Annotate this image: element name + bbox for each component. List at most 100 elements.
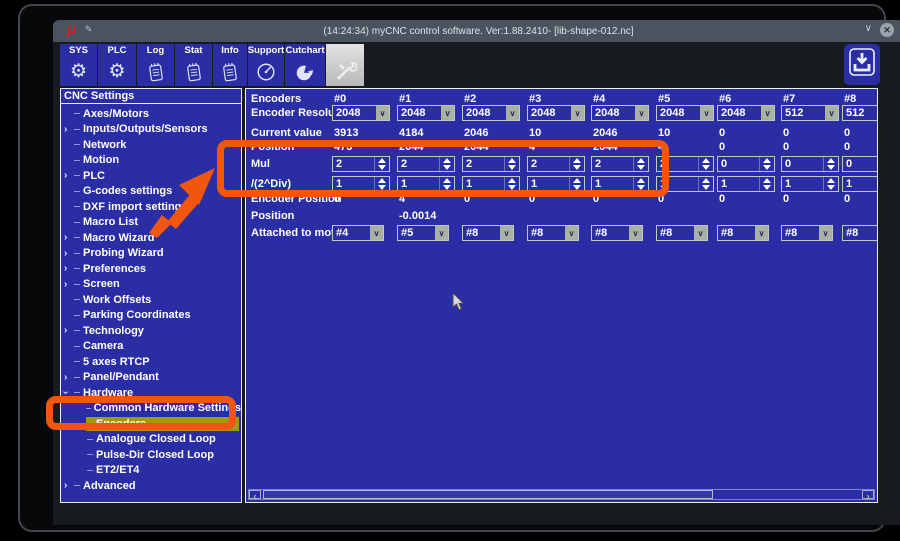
attached-to-motor-dropdown-5[interactable]: #8∨	[656, 225, 708, 241]
expand-arrow-icon[interactable]	[61, 480, 74, 491]
horizontal-scrollbar[interactable]: ‹ ›	[248, 489, 875, 500]
chevron-down-icon[interactable]: ∨	[700, 106, 713, 120]
chevron-down-icon[interactable]: ∨	[629, 226, 642, 240]
sidebar-item-technology[interactable]: Technology	[61, 323, 241, 339]
encoder-resolution-dropdown-4[interactable]: 2048∨	[591, 105, 649, 121]
tree-line	[74, 175, 80, 176]
sidebar-item-advanced[interactable]: Advanced	[61, 478, 241, 494]
spinner-arrows-icon[interactable]	[759, 157, 774, 171]
sidebar-item-5-axes-rtcp[interactable]: 5 axes RTCP	[61, 354, 241, 370]
sidebar-item-network[interactable]: Network	[61, 137, 241, 153]
spinner-arrows-icon[interactable]	[823, 157, 838, 171]
spinner-arrows-icon[interactable]	[698, 177, 713, 191]
chevron-down-icon[interactable]: ∨	[500, 226, 513, 240]
chevron-down-icon[interactable]: ∨	[761, 106, 774, 120]
attached-to-motor-dropdown-6[interactable]: #8∨	[717, 225, 769, 241]
sidebar-item-analogue-closed-loop[interactable]: Analogue Closed Loop	[61, 432, 241, 448]
tab-config[interactable]	[326, 44, 364, 86]
chevron-down-icon[interactable]: ∨	[825, 106, 838, 120]
sidebar-item-et2-et4[interactable]: ET2/ET4	[61, 463, 241, 479]
tab-plc[interactable]: PLC⚙	[98, 44, 136, 86]
chevron-down-icon[interactable]: ∨	[441, 106, 454, 120]
tab-support[interactable]: Support	[248, 44, 284, 86]
encoder-resolution-dropdown-5[interactable]: 2048∨	[656, 105, 714, 121]
sidebar-item-pulse-dir-closed-loop[interactable]: Pulse-Dir Closed Loop	[61, 447, 241, 463]
sidebar-item-axes-motors[interactable]: Axes/Motors	[61, 106, 241, 122]
chevron-down-icon[interactable]: ∨	[694, 226, 707, 240]
expand-arrow-icon[interactable]	[61, 232, 74, 243]
sidebar-item-panel-pendant[interactable]: Panel/Pendant	[61, 370, 241, 386]
gear-icon: ⚙	[108, 57, 125, 86]
expand-arrow-icon[interactable]	[61, 263, 74, 274]
sidebar-item-screen[interactable]: Screen	[61, 277, 241, 293]
tree-line	[74, 377, 80, 378]
spinner-arrows-icon[interactable]	[698, 157, 713, 171]
column-header-7: #7	[783, 93, 795, 105]
scrollbar-thumb[interactable]	[263, 490, 713, 499]
encoder-resolution-dropdown-2[interactable]: 2048∨	[462, 105, 520, 121]
spinner-arrows-icon[interactable]	[759, 177, 774, 191]
save-settings-button[interactable]	[844, 44, 880, 85]
encoder-resolution-dropdown-3[interactable]: 2048∨	[527, 105, 585, 121]
chevron-down-icon[interactable]: ∨	[506, 106, 519, 120]
encoder-resolution-dropdown-8[interactable]: 512∨	[842, 105, 878, 121]
field-value: #8	[463, 226, 500, 240]
field-value: #8	[718, 226, 755, 240]
mul-spinbox-6[interactable]: 0	[717, 156, 775, 172]
attached-to-motor-dropdown-0[interactable]: #4∨	[332, 225, 384, 241]
attached-to-motor-dropdown-8[interactable]: #8∨	[842, 225, 878, 241]
tab-info[interactable]: Info	[213, 44, 247, 86]
scroll-right-arrow[interactable]: ›	[862, 490, 874, 499]
attached-to-motor-dropdown-3[interactable]: #8∨	[527, 225, 579, 241]
spinner-arrows-icon[interactable]	[823, 177, 838, 191]
expand-arrow-icon[interactable]	[61, 325, 74, 336]
sidebar-item-preferences[interactable]: Preferences	[61, 261, 241, 277]
chevron-down-icon[interactable]: ∨	[819, 226, 832, 240]
expand-arrow-icon[interactable]	[61, 170, 74, 181]
div-spinbox-7[interactable]: 1	[781, 176, 839, 192]
tab-cutchart[interactable]: Cutchart	[285, 44, 325, 86]
expand-arrow-icon[interactable]	[61, 248, 74, 259]
chevron-down-icon[interactable]: ∨	[370, 226, 383, 240]
mul-spinbox-8[interactable]: 0	[842, 156, 878, 172]
attached-to-motor-dropdown-1[interactable]: #5∨	[397, 225, 449, 241]
sidebar-item-parking-coordinates[interactable]: Parking Coordinates	[61, 308, 241, 324]
sidebar-item-work-offsets[interactable]: Work Offsets	[61, 292, 241, 308]
tab-label: SYS	[69, 44, 88, 57]
tree-line	[74, 237, 80, 238]
sidebar-item-probing-wizard[interactable]: Probing Wizard	[61, 246, 241, 262]
field-value: 1	[843, 177, 878, 191]
encoder-resolution-dropdown-6[interactable]: 2048∨	[717, 105, 775, 121]
close-icon[interactable]: ✕	[880, 23, 894, 37]
encoder-resolution-dropdown-0[interactable]: 2048∨	[332, 105, 390, 121]
sidebar-item-camera[interactable]: Camera	[61, 339, 241, 355]
chevron-down-icon[interactable]: ∨	[865, 23, 872, 34]
expand-arrow-icon[interactable]	[61, 279, 74, 290]
tab-log[interactable]: Log	[137, 44, 174, 86]
scroll-left-arrow[interactable]: ‹	[249, 490, 261, 499]
sidebar-item-label: ET2/ET4	[96, 464, 139, 476]
chevron-down-icon[interactable]: ∨	[435, 226, 448, 240]
tab-sys[interactable]: SYS⚙	[60, 44, 97, 86]
chevron-down-icon[interactable]: ∨	[376, 106, 389, 120]
attached-to-motor-dropdown-4[interactable]: #8∨	[591, 225, 643, 241]
mul-spinbox-7[interactable]: 0	[781, 156, 839, 172]
sidebar-item-label: Camera	[83, 340, 123, 352]
div-spinbox-8[interactable]: 1	[842, 176, 878, 192]
encoder-resolution-dropdown-7[interactable]: 512∨	[781, 105, 839, 121]
expand-arrow-icon[interactable]	[61, 124, 74, 135]
current-value-value: 0	[844, 127, 850, 139]
encoder-resolution-dropdown-1[interactable]: 2048∨	[397, 105, 455, 121]
field-value: 0	[782, 157, 823, 171]
attached-to-motor-dropdown-7[interactable]: #8∨	[781, 225, 833, 241]
gear-icon: ⚙	[70, 57, 87, 86]
chevron-down-icon[interactable]: ∨	[755, 226, 768, 240]
div-spinbox-6[interactable]: 1	[717, 176, 775, 192]
tab-stat[interactable]: Stat	[175, 44, 212, 86]
chevron-down-icon[interactable]: ∨	[635, 106, 648, 120]
sidebar-item-inputs-outputs-sensors[interactable]: Inputs/Outputs/Sensors	[61, 122, 241, 138]
chevron-down-icon[interactable]: ∨	[565, 226, 578, 240]
chevron-down-icon[interactable]: ∨	[571, 106, 584, 120]
attached-to-motor-dropdown-2[interactable]: #8∨	[462, 225, 514, 241]
expand-arrow-icon[interactable]	[61, 372, 74, 383]
